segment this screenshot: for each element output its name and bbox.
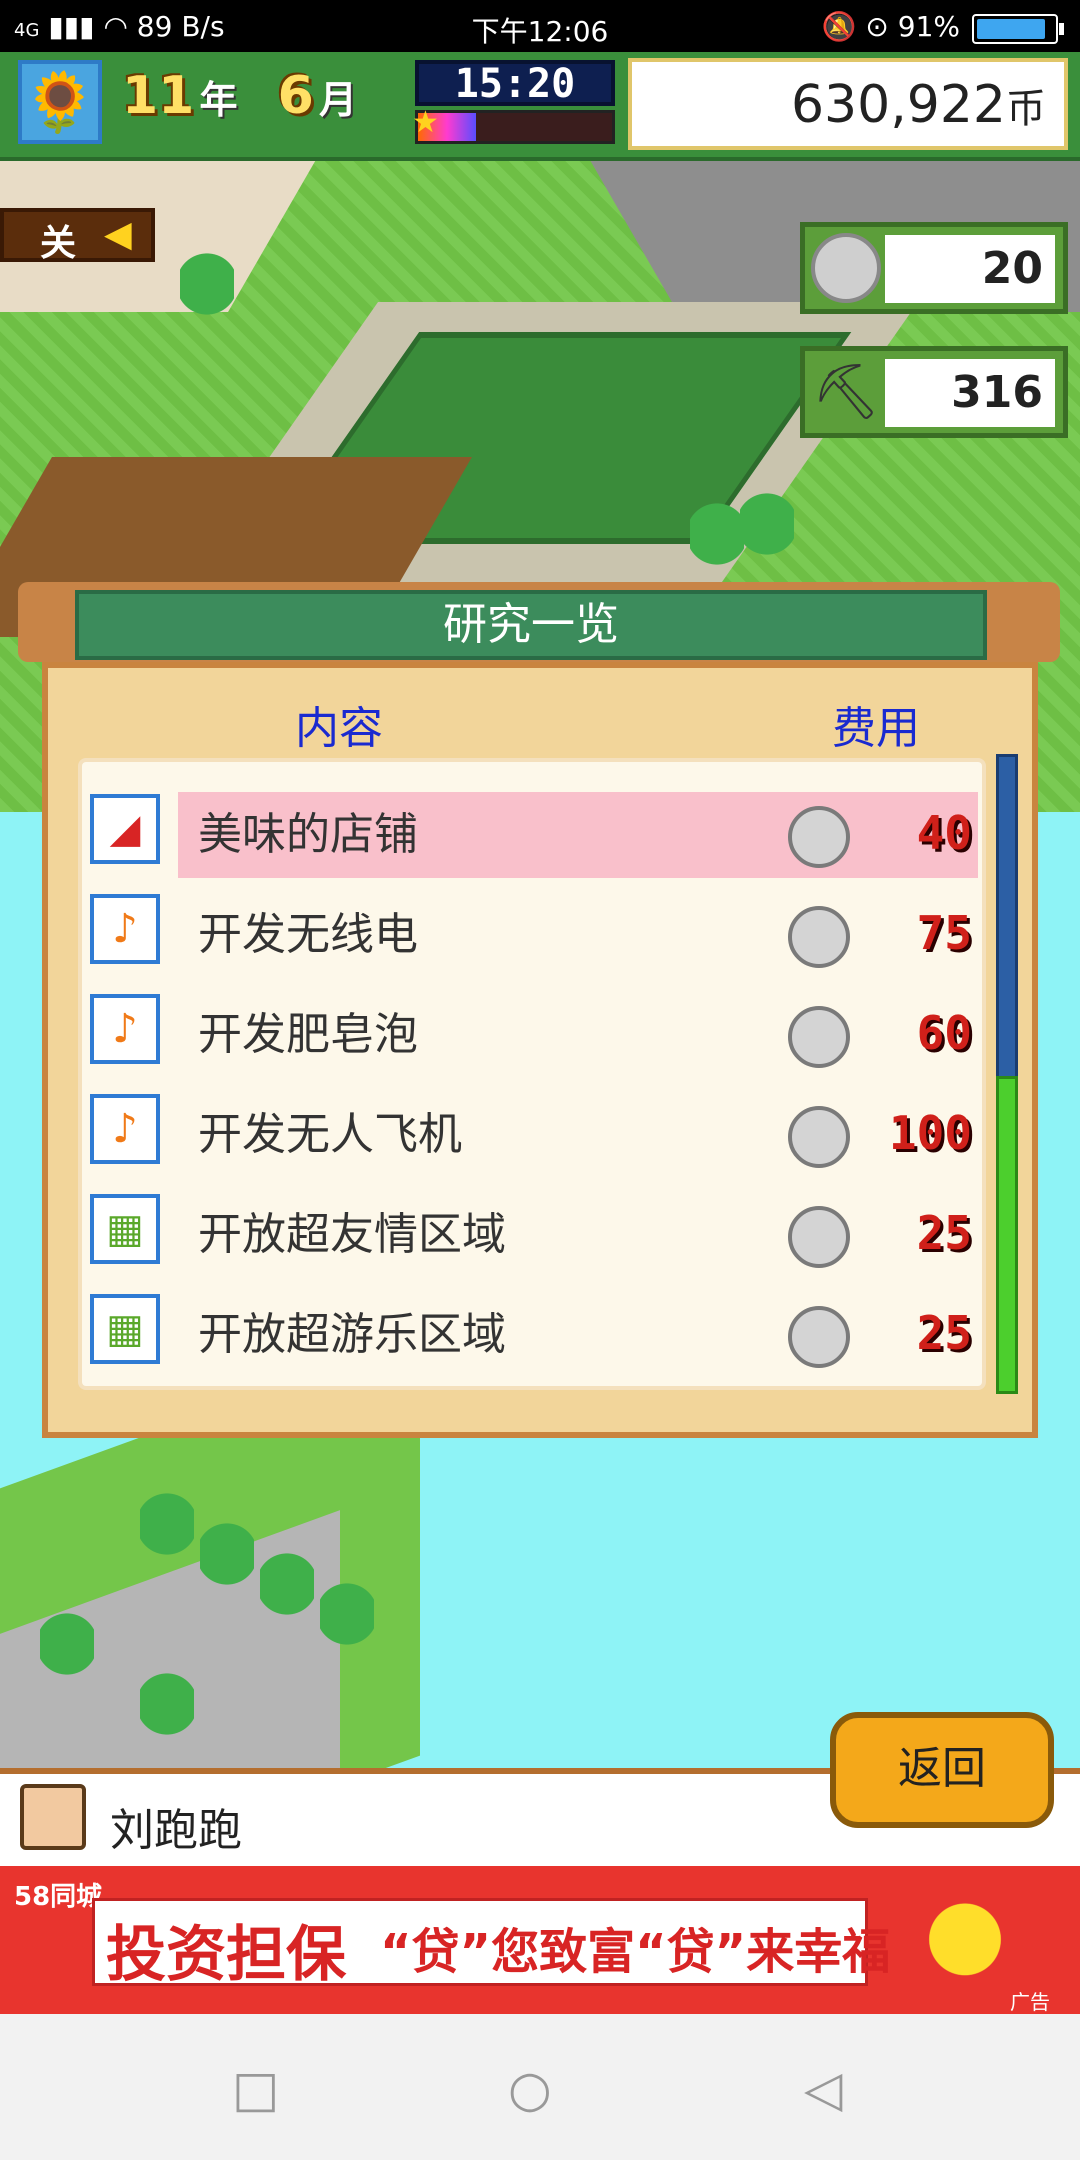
money-bag-icon xyxy=(905,1880,1025,1988)
item-cost: 25 xyxy=(916,1306,972,1360)
item-cost: 25 xyxy=(916,1206,972,1260)
ad-headline: 投资担保 xyxy=(106,1920,346,1990)
speaker-name: 刘跑跑 xyxy=(110,1805,242,1856)
ad-brand: 58同城 xyxy=(14,1882,103,1912)
pickaxe-count: 316 xyxy=(885,359,1055,427)
coin-icon xyxy=(811,233,881,303)
item-name: 开放超游乐区域 xyxy=(198,1309,506,1360)
item-name: 开发肥皂泡 xyxy=(198,1009,418,1060)
flowerbed-icon: ▦ xyxy=(90,1294,160,1364)
panel-title: 研究一览 xyxy=(75,590,987,660)
list-item[interactable]: ♪ 开发肥皂泡 60 xyxy=(88,984,984,1074)
arrow-left-icon: ◀ xyxy=(104,214,132,255)
item-name: 开放超友情区域 xyxy=(198,1209,506,1260)
list-item[interactable]: ♪ 开发无线电 75 xyxy=(88,884,984,974)
column-header-cost: 费用 xyxy=(832,703,920,754)
year-number: 11 xyxy=(122,66,195,126)
ad-label: 广告 xyxy=(1010,1990,1050,2014)
tree-icon xyxy=(200,1522,254,1602)
slide-icon: ◢ xyxy=(90,794,160,864)
month-number: 6 xyxy=(277,66,314,126)
scrollbar-thumb[interactable] xyxy=(996,1076,1018,1394)
close-tab-label: 关 xyxy=(40,223,77,264)
tree-icon xyxy=(320,1582,374,1662)
mute-icon: 🔕 xyxy=(821,10,857,43)
item-cost: 100 xyxy=(888,1106,972,1160)
lock-rotation-icon: ⊙ xyxy=(865,10,889,43)
item-name: 开发无人飞机 xyxy=(198,1109,462,1160)
time-progress-bar: ★ xyxy=(412,105,615,144)
coin-icon xyxy=(788,806,850,868)
money-amount: 630,922 xyxy=(790,75,1006,135)
close-tab[interactable]: 关 ◀ xyxy=(0,208,155,264)
month-unit: 月 xyxy=(318,78,357,122)
money-display: 630,922币 xyxy=(628,58,1068,150)
year-unit: 年 xyxy=(199,78,238,122)
tree-icon xyxy=(40,1612,94,1692)
coin-icon xyxy=(788,1106,850,1168)
recent-apps-icon[interactable]: □ xyxy=(232,2060,279,2118)
back-button[interactable]: 返回 xyxy=(830,1712,1054,1828)
research-list[interactable]: ◢ 美味的店铺 40 ♪ 开发无线电 75 ♪ 开发肥皂泡 60 ♪ 开发无人飞… xyxy=(78,758,986,1390)
money-unit: 币 xyxy=(1006,86,1046,132)
music-note-icon: ♪ xyxy=(90,1094,160,1164)
coin-icon xyxy=(788,1206,850,1268)
item-name: 开发无线电 xyxy=(198,909,418,960)
item-cost: 75 xyxy=(916,906,972,960)
tree-icon xyxy=(140,1672,194,1752)
ad-slogan: “贷”您致富“贷”来幸福 xyxy=(380,1924,891,1980)
tree-icon xyxy=(690,502,744,582)
tree-icon xyxy=(180,252,234,332)
list-item[interactable]: ▦ 开放超友情区域 25 xyxy=(88,1184,984,1274)
item-name: 美味的店铺 xyxy=(178,792,978,878)
coin-icon xyxy=(788,1306,850,1368)
status-right: 🔕 ⊙ 91% xyxy=(822,10,960,43)
item-cost: 40 xyxy=(916,806,972,860)
top-hud: 🌻 11 年 6 月 15:20 ★ 630,922币 xyxy=(0,52,1080,161)
status-bar: 4G ▮▮▮ ◠ 89 B/s 下午12:06 🔕 ⊙ 91% xyxy=(0,0,1080,52)
avatar xyxy=(20,1784,86,1850)
tree-icon xyxy=(140,1492,194,1572)
list-item[interactable]: ◢ 美味的店铺 40 xyxy=(88,784,984,878)
list-item[interactable]: ▦ 开放超游乐区域 25 xyxy=(88,1284,984,1374)
pickaxe-icon: ⛏ xyxy=(811,360,881,423)
list-item[interactable]: ♪ 开发无人飞机 100 xyxy=(88,1084,984,1174)
back-icon[interactable]: ◁ xyxy=(804,2060,842,2118)
item-cost: 60 xyxy=(916,1006,972,1060)
column-header-content: 内容 xyxy=(295,703,383,754)
star-icon: ★ xyxy=(412,105,439,140)
date-display: 11 年 6 月 xyxy=(122,66,357,126)
coin-icon xyxy=(788,1006,850,1068)
music-note-icon: ♪ xyxy=(90,994,160,1064)
battery-percent: 91% xyxy=(897,10,960,43)
tree-icon xyxy=(740,492,794,572)
coin-icon xyxy=(788,906,850,968)
music-note-icon: ♪ xyxy=(90,894,160,964)
game-clock: 15:20 xyxy=(415,60,615,106)
tree-icon xyxy=(260,1552,314,1632)
home-icon[interactable]: ○ xyxy=(508,2060,552,2118)
pickaxe-counter[interactable]: ⛏ 316 xyxy=(800,346,1068,438)
battery-icon xyxy=(972,14,1064,44)
coin-counter[interactable]: 20 xyxy=(800,222,1068,314)
coin-count: 20 xyxy=(885,235,1055,303)
sunflower-icon[interactable]: 🌻 xyxy=(18,60,102,144)
flowerbed-icon: ▦ xyxy=(90,1194,160,1264)
